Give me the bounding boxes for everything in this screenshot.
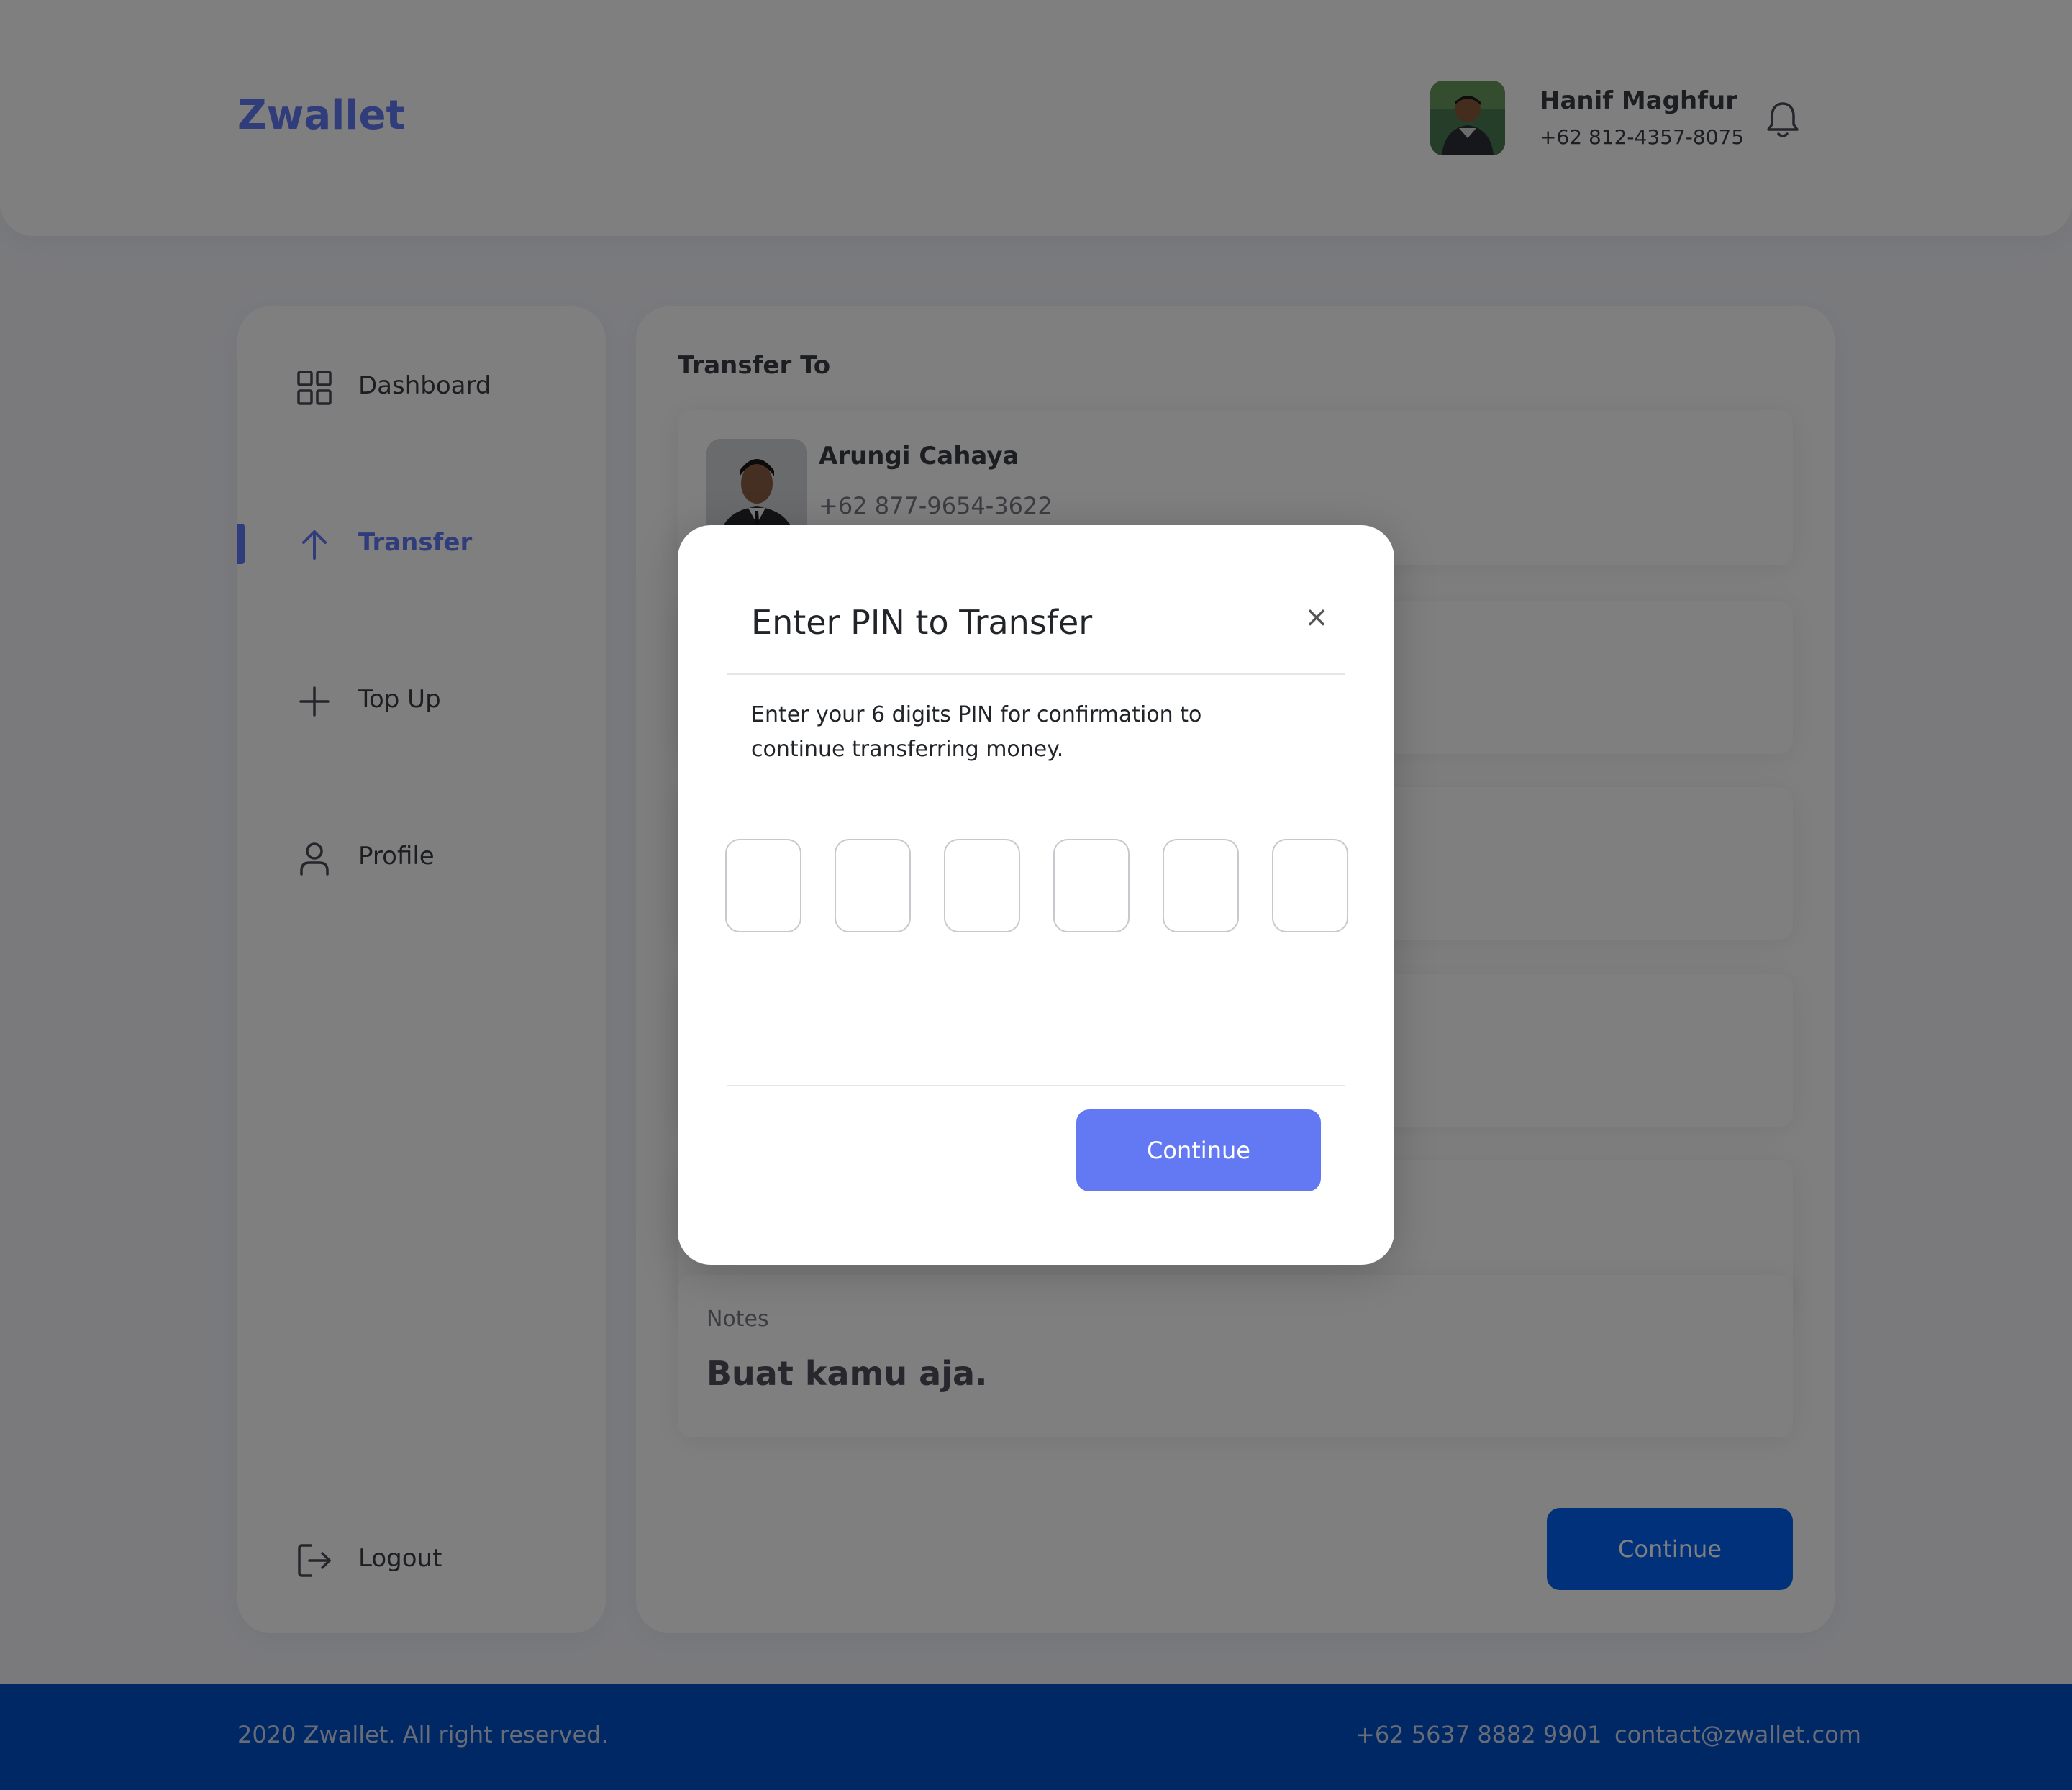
page: Zwallet Hanif Maghfur +62 812-4357-8075 <box>0 0 2072 1790</box>
pin-input-group <box>725 839 1348 932</box>
modal-header-divider <box>727 673 1345 675</box>
pin-digit-input[interactable] <box>835 839 911 932</box>
pin-modal: Enter PIN to Transfer × Enter your 6 dig… <box>678 525 1394 1265</box>
close-icon[interactable]: × <box>1298 599 1335 636</box>
modal-title: Enter PIN to Transfer <box>751 603 1093 642</box>
pin-digit-input[interactable] <box>1163 839 1239 932</box>
modal-footer-divider <box>727 1085 1345 1086</box>
pin-digit-input[interactable] <box>1272 839 1348 932</box>
pin-digit-input[interactable] <box>725 839 801 932</box>
pin-digit-input[interactable] <box>1053 839 1130 932</box>
pin-digit-input[interactable] <box>944 839 1020 932</box>
modal-continue-button[interactable]: Continue <box>1076 1109 1321 1191</box>
modal-description: Enter your 6 digits PIN for confirmation… <box>751 702 1202 762</box>
